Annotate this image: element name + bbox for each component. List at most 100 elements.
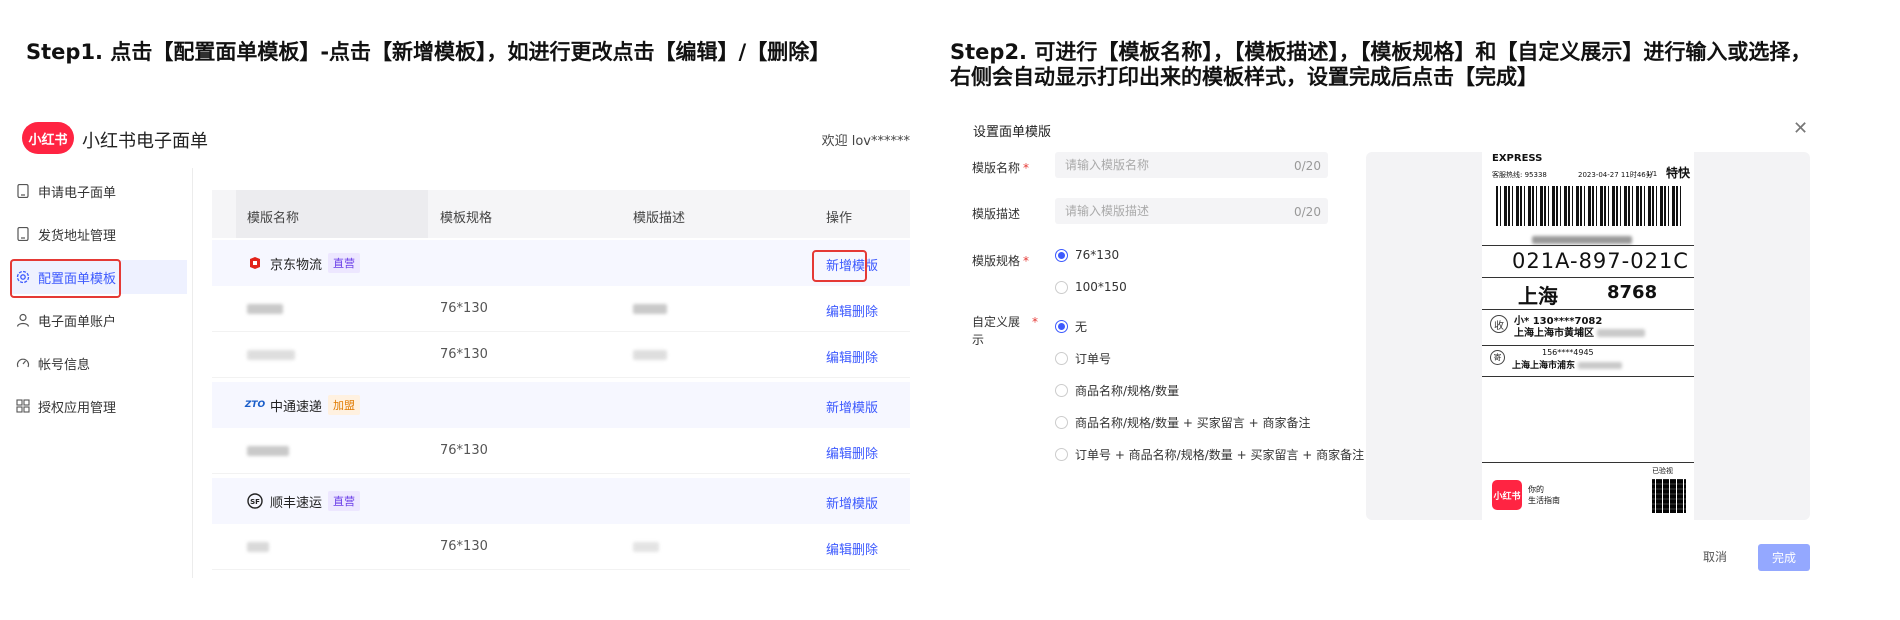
template-desc-redacted (633, 301, 667, 316)
custom-option-order[interactable]: 订单号 (1055, 350, 1111, 367)
sidebar-item-address[interactable]: 发货地址管理 (10, 217, 187, 251)
template-desc-input[interactable] (1055, 198, 1328, 224)
sidebar-item-label: 帐号信息 (38, 357, 91, 373)
sidebar-item-label: 发货地址管理 (38, 228, 117, 244)
divider (1482, 309, 1694, 310)
divider (1482, 245, 1694, 246)
custom-option-product-notes[interactable]: 商品名称/规格/数量 + 买家留言 + 商家备注 (1055, 414, 1310, 431)
group-row-sf: SF 顺丰速运 直营 新增模版 (212, 478, 910, 524)
table-row[interactable]: 76*130 编辑 删除 (212, 332, 910, 378)
tablet-icon (16, 227, 30, 241)
radio-icon (1055, 448, 1068, 461)
app-header: 小红书 小红书电子面单 欢迎 lov****** (20, 120, 910, 156)
delete-button[interactable]: 删除 (852, 347, 878, 366)
edit-button[interactable]: 编辑 (826, 347, 852, 366)
jd-logo-icon (247, 255, 263, 271)
spec-option-100x150[interactable]: 100*150 (1055, 280, 1127, 294)
destination-code: 8768 (1607, 282, 1658, 303)
edit-button[interactable]: 编辑 (826, 301, 852, 320)
carrier-sf: SF 顺丰速运 直营 (247, 491, 361, 511)
grid-icon (16, 399, 30, 413)
table-row[interactable]: 76*130 编辑 删除 (212, 428, 910, 474)
step2-title-line1: Step2. 可进行【模板名称】，【模板描述】，【模板规格】和【自定义展示】进行… (950, 40, 1812, 64)
barcode (1496, 186, 1684, 226)
divider (1482, 376, 1694, 377)
tablet-icon (16, 184, 30, 198)
template-name-redacted (247, 347, 295, 362)
template-name-redacted (247, 539, 269, 554)
sidebar-item-info[interactable]: 帐号信息 (10, 346, 187, 380)
label-preview-paper: EXPRESS 客服热线: 95338 2023-04-27 11时46分 1/… (1482, 152, 1694, 520)
desc-label: 模版描述 (972, 207, 1021, 221)
delete-button[interactable]: 删除 (852, 443, 878, 462)
highlight-box-add (812, 250, 867, 282)
sidebar-item-auth[interactable]: 授权应用管理 (10, 389, 187, 423)
svg-text:SF: SF (250, 498, 260, 506)
header-spec[interactable]: 模板规格 (440, 207, 492, 226)
template-desc-redacted (633, 539, 659, 554)
template-spec: 76*130 (440, 539, 488, 554)
divider (1482, 277, 1694, 278)
group-row-jd: 京东物流 直营 新增模版 (212, 240, 910, 286)
sender-phone: 156****4945 (1542, 348, 1594, 357)
header-name[interactable]: 模版名称 (247, 207, 299, 226)
delete-button[interactable]: 删除 (852, 539, 878, 558)
dialog-title: 设置面单模版 (973, 125, 1052, 140)
xiaohongshu-logo: 小红书 (1492, 480, 1522, 510)
template-name-input[interactable] (1055, 152, 1328, 178)
custom-option-order-product-notes[interactable]: 订单号 + 商品名称/规格/数量 + 买家留言 + 商家备注 (1055, 446, 1364, 463)
header-actions: 操作 (826, 211, 853, 226)
sidebar: 申请电子面单 发货地址管理 配置面单模板 电子面单账户 帐号信息 授权应用管理 (0, 168, 193, 578)
app-logo[interactable]: 小红书 (22, 122, 74, 154)
edit-button[interactable]: 编辑 (826, 443, 852, 462)
page-count: 1/1 (1646, 170, 1658, 178)
step2-title-line2: 右侧会自动显示打印出来的模板样式，设置完成后点击【完成】 (950, 65, 1538, 89)
header-desc[interactable]: 模版描述 (633, 207, 685, 226)
carrier-jd: 京东物流 直营 (247, 253, 361, 273)
template-desc-redacted (633, 347, 667, 362)
edit-button[interactable]: 编辑 (826, 539, 852, 558)
sidebar-item-label: 申请电子面单 (38, 185, 117, 201)
express-logo: EXPRESS (1492, 153, 1543, 164)
sf-logo-icon: SF (247, 493, 263, 509)
done-button[interactable]: 完成 (1758, 544, 1810, 571)
step1-title-text: Step1. 点击【配置面单模板】-点击【新增模板】，如进行更改点击【编辑】/【… (26, 40, 831, 64)
welcome-text[interactable]: 欢迎 lov****** (822, 130, 910, 149)
custom-option-none[interactable]: 无 (1055, 318, 1087, 335)
sidebar-item-account[interactable]: 电子面单账户 (10, 303, 187, 337)
custom-option-product[interactable]: 商品名称/规格/数量 (1055, 382, 1179, 399)
radio-icon (1055, 280, 1068, 294)
carrier-name: 中通速递 (270, 399, 323, 415)
sidebar-item-label: 授权应用管理 (38, 400, 117, 416)
table-row[interactable]: 76*130 编辑 删除 (212, 524, 910, 570)
highlight-box-sidebar (10, 259, 121, 298)
radio-checked-icon (1055, 248, 1068, 262)
sidebar-item-apply[interactable]: 申请电子面单 (10, 174, 187, 208)
carrier-name: 京东物流 (270, 257, 323, 273)
route-code: 021A-897-021C (1512, 249, 1689, 273)
step1-title: Step1. 点击【配置面单模板】-点击【新增模板】，如进行更改点击【编辑】/【… (26, 40, 830, 65)
carrier-zto: ZTO 中通速递 加盟 (245, 395, 361, 415)
template-name-redacted (247, 443, 289, 458)
close-icon[interactable]: ✕ (1793, 118, 1808, 139)
tag-direct: 直营 (328, 491, 361, 511)
sidebar-item-label: 电子面单账户 (38, 314, 117, 330)
add-template-button-zto[interactable]: 新增模版 (826, 397, 878, 416)
divider (1482, 345, 1694, 346)
app-name: 小红书电子面单 (82, 131, 208, 152)
delete-button[interactable]: 删除 (852, 301, 878, 320)
qr-code-pattern (1652, 479, 1686, 513)
spec-option-76x130[interactable]: 76*130 (1055, 248, 1119, 262)
radio-icon (1055, 416, 1068, 429)
desc-char-counter: 0/20 (1294, 205, 1321, 219)
radio-checked-icon (1055, 320, 1068, 333)
tag-join: 加盟 (328, 395, 361, 415)
carrier-name: 顺丰速运 (270, 495, 323, 511)
dashboard-icon (16, 356, 30, 370)
table-row[interactable]: 76*130 编辑 删除 (212, 286, 910, 332)
cancel-button[interactable]: 取消 (1703, 548, 1727, 565)
service-type: 特快 (1666, 166, 1691, 180)
slogan: 你的 生活指南 (1528, 485, 1560, 505)
hotline-text: 客服热线: 95338 (1492, 171, 1547, 179)
add-template-button-sf[interactable]: 新增模版 (826, 493, 878, 512)
